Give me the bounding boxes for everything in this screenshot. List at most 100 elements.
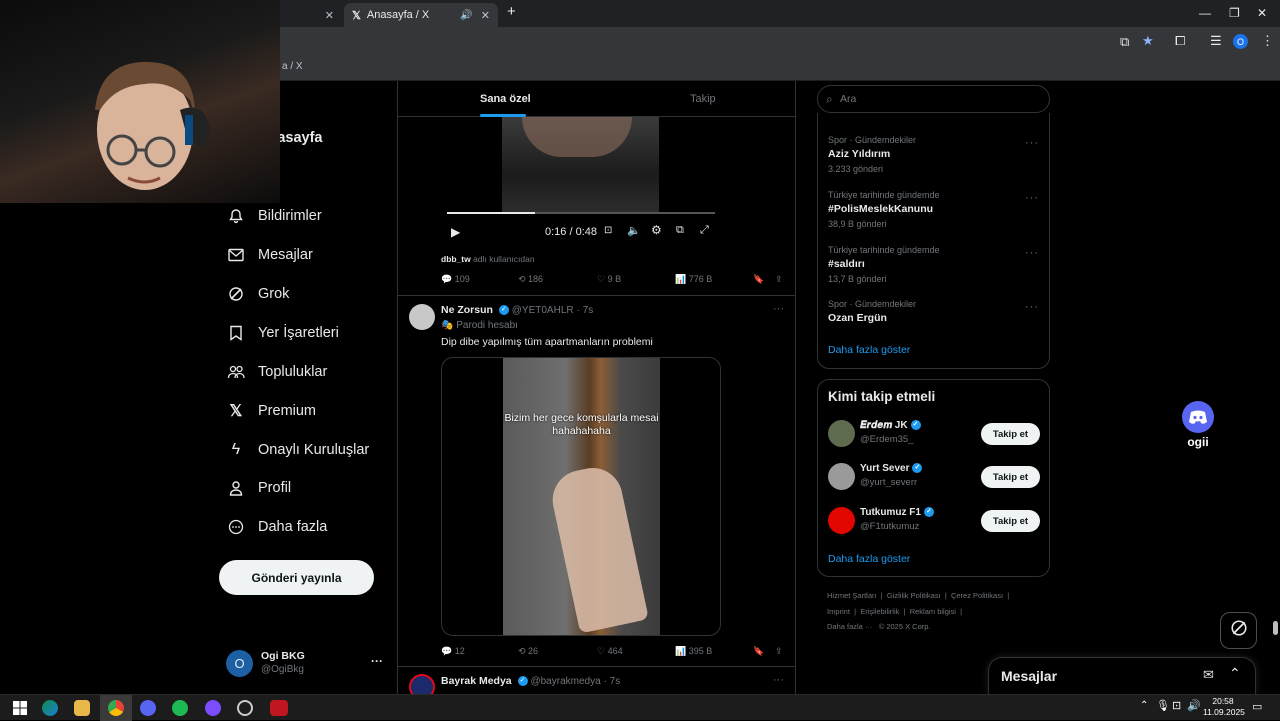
volume-icon[interactable]: 🔊 xyxy=(1187,699,1201,712)
like-button[interactable]: ♡ 464 xyxy=(597,646,623,657)
app-icon[interactable] xyxy=(270,700,288,716)
tab-for-you[interactable]: Sana özel xyxy=(480,81,531,117)
trend-item[interactable]: Türkiye tarihinde gündemde #PolisMeslekK… xyxy=(828,190,940,229)
share-icon[interactable]: ⇪ xyxy=(775,646,783,657)
account-switcher[interactable]: O Ogi BKG @OgiBkg ··· xyxy=(226,649,386,679)
video-progress-track[interactable] xyxy=(447,212,715,214)
browser-tab-active[interactable]: 𝕏 Anasayfa / X 🔊 ✕ xyxy=(344,3,498,27)
tab-following[interactable]: Takip xyxy=(690,81,716,117)
avatar[interactable] xyxy=(409,674,435,694)
footer-link[interactable]: Erişilebilirlik xyxy=(860,607,899,616)
follow-suggestion[interactable]: Tutkumuz F1 ✓ @F1tutkumuz Takip et xyxy=(828,506,1040,536)
more-dots-icon[interactable]: ··· xyxy=(773,303,784,315)
more-dots-icon[interactable]: ··· xyxy=(371,654,383,668)
more-dots-icon[interactable]: ··· xyxy=(1025,301,1039,313)
chevron-up-icon[interactable]: ⌃ xyxy=(1140,700,1148,711)
obs-icon[interactable] xyxy=(237,700,253,716)
tweet[interactable]: Ne Zorsun ✓ @YET0AHLR · 7s ··· 🎭 Parodi … xyxy=(398,296,795,666)
chrome-icon[interactable] xyxy=(108,700,124,716)
bookmark-icon[interactable]: 🔖 xyxy=(753,274,764,285)
search-box[interactable]: ⌕ xyxy=(817,85,1050,113)
new-tab-icon[interactable]: + xyxy=(507,3,516,20)
new-message-icon[interactable]: ✉ xyxy=(1203,667,1214,683)
footer-link[interactable]: Imprint xyxy=(827,607,850,616)
nav-grok[interactable]: Grok xyxy=(226,279,289,309)
more-dots-icon[interactable]: ··· xyxy=(1025,247,1039,259)
follow-suggestion[interactable]: 𝑬𝒓𝒅𝒆𝒎 JK ✓ @Erdem35_ Takip et xyxy=(828,419,1040,449)
edge-icon[interactable] xyxy=(42,700,58,716)
tweet-video[interactable]: Bizim her gece komşularla mesai hahahaha… xyxy=(441,357,721,636)
tweet-author-name[interactable]: Ne Zorsun xyxy=(441,304,493,316)
like-button[interactable]: ♡ 9 B xyxy=(597,274,621,285)
close-tab-icon[interactable]: ✕ xyxy=(481,9,490,22)
retweet-button[interactable]: ⟲ 186 xyxy=(518,274,543,285)
speaker-icon[interactable]: 🔊 xyxy=(460,10,472,21)
fullscreen-icon[interactable]: ⤢ xyxy=(700,224,709,237)
profile-avatar-icon[interactable]: O xyxy=(1233,34,1248,49)
footer-link[interactable]: Reklam bilgisi xyxy=(910,607,956,616)
follow-button[interactable]: Takip et xyxy=(981,510,1040,532)
minimize-icon[interactable]: — xyxy=(1199,6,1211,20)
trend-item[interactable]: Türkiye tarihinde gündemde #saldırı 13,7… xyxy=(828,245,940,284)
trend-item[interactable]: Spor · Gündemdekiler Aziz Yıldırım 3.233… xyxy=(828,135,916,174)
video-source-handle[interactable]: dbb_tw xyxy=(441,254,471,264)
chevron-up-icon[interactable]: ⌃ xyxy=(1229,665,1241,682)
trends-show-more-link[interactable]: Daha fazla göster xyxy=(828,344,910,356)
tweet-time[interactable]: · 7s xyxy=(604,676,621,687)
restore-icon[interactable]: ❐ xyxy=(1229,6,1240,20)
reply-button[interactable]: 💬 12 xyxy=(441,646,465,657)
footer-link[interactable]: Gizlilik Politikası xyxy=(887,591,941,600)
bookmark-star-icon[interactable]: ★ xyxy=(1142,33,1154,49)
nav-bookmarks[interactable]: Yer İşaretleri xyxy=(226,318,339,348)
install-app-icon[interactable]: ⧉ xyxy=(1120,34,1129,50)
retweet-button[interactable]: ⟲ 26 xyxy=(518,646,538,657)
windows-start-icon[interactable] xyxy=(12,700,28,716)
tweet-author-name[interactable]: Bayrak Medya xyxy=(441,675,512,687)
nav-profile[interactable]: Profil xyxy=(226,473,291,503)
more-dots-icon[interactable]: ··· xyxy=(1025,137,1039,149)
media-controls-icon[interactable]: ☰ xyxy=(1210,33,1222,49)
views-button[interactable]: 📊 395 B xyxy=(675,646,712,657)
file-explorer-icon[interactable] xyxy=(74,700,90,716)
app-icon[interactable] xyxy=(205,700,221,716)
page-scrollbar[interactable] xyxy=(1271,81,1280,694)
footer-link[interactable]: Çerez Politikası xyxy=(951,591,1003,600)
avatar[interactable] xyxy=(409,304,435,330)
search-input[interactable] xyxy=(840,91,1040,107)
play-icon[interactable]: ▶ xyxy=(451,225,460,239)
menu-kebab-icon[interactable]: ⋮ xyxy=(1261,33,1274,49)
discord-taskbar-icon[interactable] xyxy=(140,700,156,716)
nav-verified-orgs[interactable]: ϟ Onaylı Kuruluşlar xyxy=(226,435,369,465)
clock[interactable]: 20:58 11.09.2025 xyxy=(1203,696,1245,718)
nav-more[interactable]: Daha fazla xyxy=(226,512,327,542)
tweet-time[interactable]: · 7s xyxy=(577,305,594,316)
volume-icon[interactable]: 🔈 xyxy=(627,224,641,237)
scrollbar-thumb[interactable] xyxy=(1273,621,1278,635)
follow-show-more-link[interactable]: Daha fazla göster xyxy=(828,553,910,565)
close-tab-icon[interactable]: ✕ xyxy=(325,9,334,22)
more-dots-icon[interactable]: ··· xyxy=(773,674,784,686)
tweet-author-handle[interactable]: @YET0AHLR xyxy=(512,305,574,316)
reply-button[interactable]: 💬 109 xyxy=(441,274,470,285)
nav-communities[interactable]: Topluluklar xyxy=(226,357,327,387)
tweet[interactable]: Bayrak Medya ✓ @bayrakmedya · 7s ··· xyxy=(398,667,795,694)
close-window-icon[interactable]: ✕ xyxy=(1257,6,1267,20)
notification-icon[interactable]: ▭ xyxy=(1252,700,1262,713)
footer-link[interactable]: Hizmet Şartları xyxy=(827,591,877,600)
spotify-icon[interactable] xyxy=(172,700,188,716)
network-icon[interactable]: ⊡ xyxy=(1172,699,1181,712)
views-button[interactable]: 📊 776 B xyxy=(675,274,712,285)
messages-drawer[interactable]: Mesajlar ✉ ⌃ xyxy=(988,657,1256,694)
extensions-icon[interactable]: ⧠ xyxy=(1175,33,1185,49)
more-dots-icon[interactable]: ··· xyxy=(1025,192,1039,204)
video-player[interactable]: ▶ 0:16 / 0:48 ⊡ 🔈 ⚙ ⧉ ⤢ xyxy=(441,117,721,247)
footer-link[interactable]: Daha fazla ··· xyxy=(827,622,872,631)
captions-icon[interactable]: ⊡ xyxy=(604,225,612,236)
share-icon[interactable]: ⇪ xyxy=(775,274,783,285)
tweet-author-handle[interactable]: @bayrakmedya xyxy=(530,676,600,687)
follow-button[interactable]: Takip et xyxy=(981,466,1040,488)
settings-icon[interactable]: ⚙ xyxy=(651,223,662,237)
nav-notifications[interactable]: Bildirimler xyxy=(226,201,322,231)
nav-messages[interactable]: Mesajlar xyxy=(226,240,313,270)
microphone-icon[interactable]: 🎙 xyxy=(1156,699,1170,712)
